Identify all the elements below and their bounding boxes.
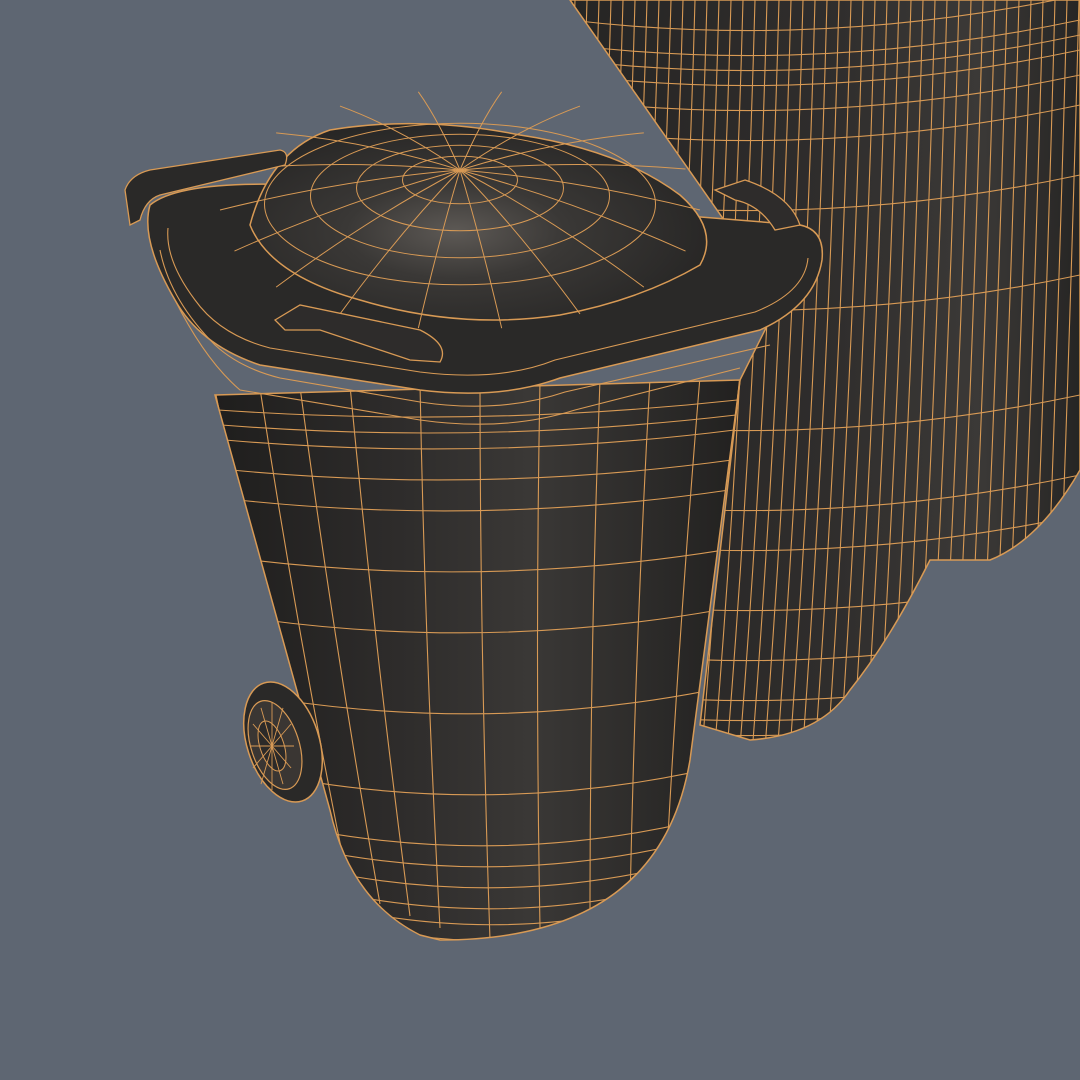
wireframe-render xyxy=(124,0,1080,941)
front-bin-mesh xyxy=(214,379,741,941)
3d-viewport[interactable] xyxy=(0,0,1080,1080)
